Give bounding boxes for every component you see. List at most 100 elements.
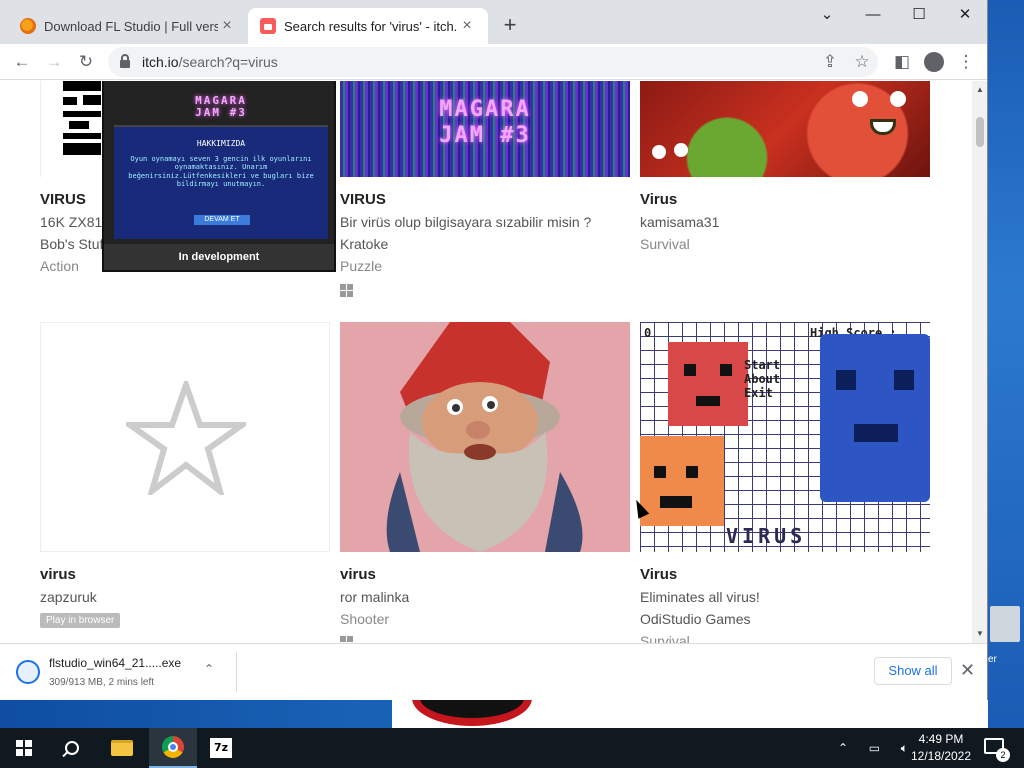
game-author[interactable]: kamisama31 bbox=[640, 214, 719, 230]
address-bar[interactable]: itch.io/search?q=virus bbox=[108, 47, 878, 77]
bookmark-star-icon[interactable]: ☆ bbox=[848, 48, 876, 76]
url-text: itch.io/search?q=virus bbox=[142, 54, 278, 70]
sprite-eye bbox=[836, 370, 856, 390]
game-genre: Shooter bbox=[340, 611, 390, 627]
sprite-mouth bbox=[696, 396, 720, 406]
thumb-logo-text: VIRUS bbox=[726, 524, 807, 548]
close-tab-icon[interactable]: × bbox=[218, 17, 236, 35]
fl-studio-favicon-icon bbox=[20, 18, 36, 34]
show-hidden-icons-chevron-icon[interactable]: ⌃ bbox=[838, 741, 848, 755]
preview-jam-subtitle: JAM #3 bbox=[195, 106, 247, 119]
game-description: Eliminates all virus! bbox=[640, 589, 760, 605]
scroll-down-arrow-icon[interactable]: ▼ bbox=[976, 629, 984, 638]
sprite-mouth bbox=[854, 424, 898, 442]
system-tray: ⌃ ▭ 🔈︎ bbox=[838, 728, 908, 768]
sprite-eye bbox=[720, 364, 732, 376]
game-thumbnail-virus-kamisama[interactable] bbox=[640, 81, 930, 177]
game-title[interactable]: VIRUS bbox=[340, 191, 386, 208]
sprite-eye bbox=[684, 364, 696, 376]
game-description: 16K ZX81 bbox=[40, 214, 102, 230]
game-title[interactable]: Virus bbox=[640, 566, 677, 583]
game-author[interactable]: Kratoke bbox=[340, 236, 388, 252]
game-thumbnail-virus-ror-malinka[interactable] bbox=[340, 322, 630, 552]
reload-icon[interactable]: ↻ bbox=[72, 48, 100, 76]
scrollbar-thumb[interactable] bbox=[976, 117, 984, 147]
tab-itch-search[interactable]: Search results for 'virus' - itch.io × bbox=[248, 8, 488, 44]
folder-icon bbox=[111, 740, 133, 756]
game-thumbnail-virus-kratoke[interactable]: MAGARA JAM #3 bbox=[340, 81, 630, 177]
game-thumbnail-virus-odistudio[interactable]: 0 High Score : Start About Exit VIRUS bbox=[640, 322, 930, 552]
game-author[interactable]: Bob's Stuff bbox=[40, 236, 102, 252]
close-download-bar-icon[interactable]: ✕ bbox=[960, 660, 975, 681]
game-title[interactable]: VIRUS bbox=[40, 191, 86, 208]
game-author[interactable]: ror malinka bbox=[340, 589, 409, 605]
itch-favicon-icon bbox=[260, 18, 276, 34]
sprite-eye bbox=[686, 466, 698, 478]
game-title[interactable]: virus bbox=[340, 566, 376, 583]
star-placeholder-icon bbox=[126, 381, 246, 495]
desktop-shortcut-icon[interactable] bbox=[990, 606, 1020, 642]
game-hover-preview[interactable]: MAGARA JAM #3 HAKKIMIZDA Oyun oynamayı s… bbox=[102, 81, 336, 272]
taskbar-file-explorer[interactable] bbox=[98, 728, 146, 768]
background-window[interactable] bbox=[392, 700, 988, 728]
play-in-browser-badge: Play in browser bbox=[40, 613, 121, 628]
tab-title: Search results for 'virus' - itch.io bbox=[284, 18, 458, 34]
thumb-jam-title: MAGARA bbox=[439, 97, 531, 122]
sprite-mouth bbox=[660, 496, 692, 508]
back-arrow-icon[interactable]: ← bbox=[8, 48, 36, 76]
show-all-button[interactable]: Show all bbox=[874, 657, 952, 685]
close-tab-icon[interactable]: × bbox=[458, 17, 476, 35]
scroll-up-arrow-icon[interactable]: ▲ bbox=[976, 85, 984, 94]
start-button[interactable] bbox=[0, 728, 48, 768]
preview-continue-button: DEVAM ET bbox=[194, 215, 250, 225]
tab-search-chevron-icon[interactable]: ⌄ bbox=[804, 0, 850, 30]
taskbar-7zip[interactable]: 7z bbox=[197, 728, 245, 768]
share-icon[interactable]: ⇪ bbox=[816, 48, 844, 76]
chrome-icon bbox=[162, 736, 184, 758]
preview-status-label: In development bbox=[104, 244, 334, 270]
game-author[interactable]: zapzuruk bbox=[40, 589, 97, 605]
profile-avatar-icon[interactable] bbox=[920, 48, 948, 76]
germ-eye-decor bbox=[674, 143, 688, 157]
download-bar: flstudio_win64_21.....exe 309/913 MB, 2 … bbox=[0, 643, 987, 700]
new-tab-button[interactable]: + bbox=[496, 12, 524, 40]
page-content: MAGARA JAM #3 MAGARA JAM #3 HAKKIMIZDA O… bbox=[0, 81, 972, 643]
forward-arrow-icon[interactable]: → bbox=[40, 48, 68, 76]
browser-toolbar: ← → ↻ itch.io/search?q=virus ⇪ ☆ ◧ ⋮ bbox=[0, 44, 987, 80]
download-options-chevron-icon[interactable]: ⌃ bbox=[204, 662, 214, 676]
side-panel-icon[interactable]: ◧ bbox=[888, 48, 916, 76]
lock-icon[interactable] bbox=[120, 54, 130, 68]
tab-fl-studio[interactable]: Download FL Studio | Full version × bbox=[8, 8, 248, 44]
notification-count-badge: 2 bbox=[996, 748, 1010, 762]
game-thumbnail-virus-zapzuruk[interactable] bbox=[40, 322, 330, 552]
preview-screenshot: MAGARA JAM #3 HAKKIMIZDA Oyun oynamayı s… bbox=[114, 81, 328, 239]
game-author[interactable]: OdiStudio Games bbox=[640, 611, 751, 627]
fl-studio-logo bbox=[412, 700, 532, 726]
taskbar-clock[interactable]: 4:49 PM 12/18/2022 bbox=[904, 731, 978, 765]
tab-strip: Download FL Studio | Full version × Sear… bbox=[0, 0, 987, 44]
download-file-icon[interactable] bbox=[16, 660, 40, 684]
orange-virus-sprite bbox=[640, 436, 724, 526]
game-title[interactable]: virus bbox=[40, 566, 76, 583]
preview-heading: HAKKIMIZDA bbox=[196, 139, 246, 148]
network-icon[interactable]: ▭ bbox=[869, 741, 880, 755]
tab-title: Download FL Studio | Full version bbox=[44, 18, 218, 34]
chrome-menu-icon[interactable]: ⋮ bbox=[952, 48, 980, 76]
thumb-menu-about: About bbox=[744, 372, 781, 386]
taskbar-search-button[interactable] bbox=[48, 728, 96, 768]
page-scrollbar[interactable]: ▲ ▼ bbox=[972, 81, 987, 643]
sprite-eye bbox=[894, 370, 914, 390]
game-genre: Survival bbox=[640, 236, 690, 252]
germ-eye-decor bbox=[890, 91, 906, 107]
close-window-button[interactable]: ✕ bbox=[942, 0, 987, 30]
maximize-button[interactable]: ☐ bbox=[896, 0, 942, 30]
download-filename[interactable]: flstudio_win64_21.....exe bbox=[49, 656, 181, 670]
thumb-menu-start: Start bbox=[744, 358, 781, 372]
game-title[interactable]: Virus bbox=[640, 191, 677, 208]
windows-taskbar: 7z ⌃ ▭ 🔈︎ 4:49 PM 12/18/2022 2 bbox=[0, 728, 1024, 768]
preview-jam-title: MAGARA bbox=[195, 94, 247, 107]
windows-platform-icon bbox=[340, 284, 353, 297]
chrome-window: Download FL Studio | Full version × Sear… bbox=[0, 0, 988, 700]
minimize-button[interactable]: — bbox=[850, 0, 896, 30]
taskbar-chrome[interactable] bbox=[149, 728, 197, 768]
